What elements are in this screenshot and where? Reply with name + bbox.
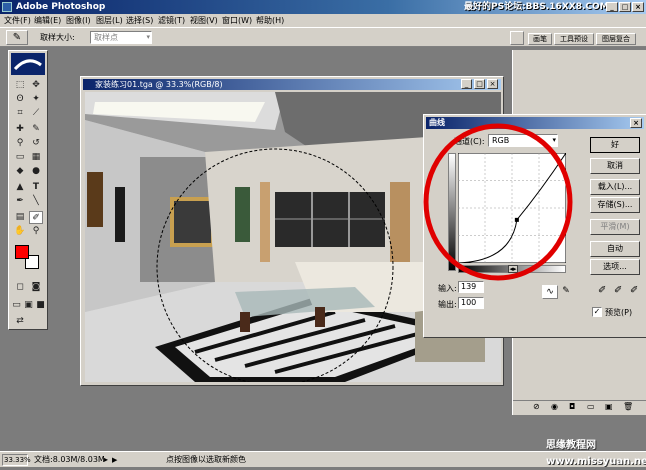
standard-mode-icon[interactable]: ◻ [13, 281, 27, 294]
toolbox-header-icon [11, 53, 45, 75]
doc-close-button[interactable]: × [487, 79, 498, 89]
hand-tool-icon[interactable]: ✋ [13, 225, 27, 238]
doc-size-sep-icon: ▶ [112, 456, 118, 464]
status-bar: 33.33% 文档:8.03M/8.03M ▸ ▶ 点按图像以选取新颜色 思缘教… [0, 440, 646, 468]
output-field[interactable]: 100 [458, 297, 484, 309]
options-bar: ✎ 取样大小: 取样点 ▾ 画笔 工具预设 图层复合 [0, 27, 646, 47]
menu-help[interactable]: 帮助(H) [256, 14, 284, 27]
foreground-color-swatch[interactable] [15, 245, 29, 259]
photoshop-logo-icon [2, 2, 12, 12]
minimize-button[interactable]: _ [606, 2, 618, 12]
type-tool-icon[interactable]: T [29, 181, 43, 194]
menu-layer[interactable]: 图层(L) [96, 14, 123, 27]
new-layer-icon[interactable]: ▣ [605, 402, 613, 411]
doc-size: 文档:8.03M/8.03M [34, 455, 105, 464]
eyedropper-tool-icon[interactable]: ✐ [29, 211, 43, 224]
new-group-icon[interactable]: ▭ [587, 402, 595, 411]
tab-brushes[interactable]: 画笔 [528, 33, 552, 45]
ok-button[interactable]: 好 [590, 137, 640, 153]
slice-tool-icon[interactable]: ⟋ [29, 107, 43, 120]
menu-window[interactable]: 窗口(W) [222, 14, 252, 27]
menu-image[interactable]: 图像(I) [66, 14, 91, 27]
notes-tool-icon[interactable]: ▤ [13, 211, 27, 224]
screen-mode-2-icon[interactable]: ▣ [23, 299, 34, 312]
highlight-annotation [423, 123, 573, 281]
menu-filter[interactable]: 滤镜(T) [158, 14, 185, 27]
document-title: 家装练习01.tga @ 33.3%(RGB/8) [95, 80, 223, 89]
toolbox: ⬚ ✥ ʘ ✦ ⌗ ⟋ ✚ ✎ ⚲ ↺ ▭ ▦ ◆ ● ▲ T ✒ ╲ ▤ ✐ … [8, 50, 48, 330]
site-watermark: 思缘教程网 www.missyuan.net [546, 440, 646, 467]
clone-stamp-icon[interactable]: ⚲ [13, 137, 27, 150]
brush-tool-icon[interactable]: ✎ [29, 123, 43, 136]
menu-edit[interactable]: 编辑(E) [34, 14, 61, 27]
tab-layer-comps[interactable]: 图层复合 [596, 33, 636, 45]
quickmask-mode-icon[interactable]: ◙ [29, 281, 43, 294]
doc-size-arrow-icon[interactable]: ▸ [104, 452, 108, 468]
zoom-level[interactable]: 33.33% [2, 454, 31, 466]
sample-size-label: 取样大小: [40, 33, 75, 42]
doc-maximize-button[interactable]: □ [474, 79, 485, 89]
move-tool-icon[interactable]: ✥ [29, 79, 43, 92]
palette-well-icon[interactable] [510, 31, 524, 45]
options-button[interactable]: 选项... [590, 259, 640, 275]
marquee-tool-icon[interactable]: ⬚ [13, 79, 27, 92]
gray-point-eyedropper-icon[interactable]: ✐ [614, 285, 622, 296]
cancel-button[interactable]: 取消 [590, 158, 640, 174]
history-brush-icon[interactable]: ↺ [29, 137, 43, 150]
gradient-tool-icon[interactable]: ▦ [29, 151, 43, 164]
document-titlebar: 家装练习01.tga @ 33.3%(RGB/8) _ □ × [83, 79, 501, 90]
crop-tool-icon[interactable]: ⌗ [13, 107, 27, 120]
menu-file[interactable]: 文件(F) [4, 14, 31, 27]
status-hint: 点按图像以选取新颜色 [166, 455, 246, 464]
healing-brush-icon[interactable]: ✚ [13, 123, 27, 136]
lasso-tool-icon[interactable]: ʘ [13, 93, 27, 106]
app-titlebar: Adobe Photoshop 最好的PS论坛:BBS.16XX8.COM _ … [0, 0, 646, 14]
sample-size-select[interactable]: 取样点 ▾ [90, 31, 152, 44]
path-select-icon[interactable]: ▲ [13, 181, 27, 194]
smooth-button[interactable]: 平滑(M) [590, 219, 640, 235]
dodge-tool-icon[interactable]: ● [29, 165, 43, 178]
layer-mask-icon[interactable]: ◘ [569, 402, 575, 411]
imageready-icon[interactable]: ⇄ [13, 315, 27, 328]
menu-select[interactable]: 选择(S) [126, 14, 153, 27]
trash-icon[interactable]: 🗑 [623, 402, 633, 411]
white-point-eyedropper-icon[interactable]: ✐ [630, 285, 638, 296]
link-layers-icon[interactable]: ⊘ [533, 402, 540, 411]
output-label: 输出: [438, 300, 457, 309]
close-button[interactable]: × [632, 2, 644, 12]
menu-view[interactable]: 视图(V) [190, 14, 218, 27]
sample-size-value: 取样点 [94, 33, 118, 42]
doc-minimize-button[interactable]: _ [461, 79, 472, 89]
preview-label: 预览(P) [605, 308, 633, 317]
maximize-button[interactable]: □ [619, 2, 631, 12]
screen-mode-1-icon[interactable]: ▭ [11, 299, 22, 312]
chevron-down-icon: ▾ [146, 33, 150, 41]
pen-tool-icon[interactable]: ✒ [13, 195, 27, 208]
menu-bar: 文件(F) 编辑(E) 图像(I) 图层(L) 选择(S) 滤镜(T) 视图(V… [0, 14, 646, 27]
layer-style-icon[interactable]: ◉ [551, 402, 558, 411]
curves-close-button[interactable]: × [630, 118, 642, 128]
app-title: Adobe Photoshop [16, 2, 106, 12]
load-button[interactable]: 载入(L)... [590, 179, 640, 195]
red-highlight-circle [423, 123, 573, 281]
blur-tool-icon[interactable]: ◆ [13, 165, 27, 178]
magic-wand-icon[interactable]: ✦ [29, 93, 43, 106]
zoom-tool-icon[interactable]: ⚲ [29, 225, 43, 238]
eyedropper-preset-icon[interactable]: ✎ [6, 30, 28, 45]
preview-checkbox[interactable]: ✓ [592, 307, 602, 317]
auto-button[interactable]: 自动 [590, 241, 640, 257]
screen-mode-3-icon[interactable]: ■ [35, 299, 46, 312]
layers-palette-footer: ⊘ ◉ ◘ ▭ ▣ 🗑 [513, 400, 646, 414]
line-tool-icon[interactable]: ╲ [29, 195, 43, 208]
eraser-tool-icon[interactable]: ▭ [13, 151, 27, 164]
tab-tool-presets[interactable]: 工具预设 [554, 33, 594, 45]
save-button[interactable]: 存储(S)... [590, 197, 640, 213]
black-point-eyedropper-icon[interactable]: ✐ [598, 285, 606, 296]
forum-watermark: 最好的PS论坛:BBS.16XX8.COM [464, 2, 609, 12]
